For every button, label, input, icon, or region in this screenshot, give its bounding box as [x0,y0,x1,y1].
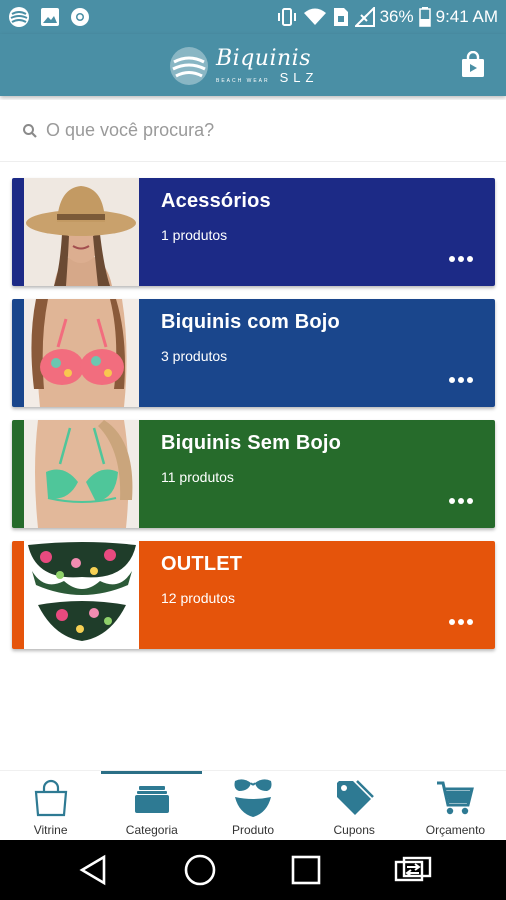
nav-label: Produto [231,823,275,837]
logo-mark-icon [170,47,208,85]
card-stripe [12,178,24,286]
card-body: Biquinis com Bojo 3 produtos [139,299,495,407]
category-title: Biquinis Sem Bojo [161,432,342,454]
category-image-green-bikini-top [24,420,139,528]
home-icon [184,854,216,886]
home-button[interactable] [176,846,224,894]
category-count: 1 produtos [161,227,228,243]
switch-app-button[interactable] [389,846,437,894]
logo-title: Biquinis [216,45,311,71]
back-icon [79,854,106,886]
more-options-icon[interactable] [449,256,473,262]
card-stripe [12,541,24,649]
recents-button[interactable] [282,846,330,894]
category-image-hat-woman [24,178,139,286]
category-count: 12 produtos [161,590,235,606]
bottom-nav: Vitrine Categoria Produto Cupons Orçamen… [0,770,506,840]
cart-icon [434,777,476,819]
logo-subtitle: SLZ [279,69,319,85]
brand-logo[interactable]: Biquinis BEACH WEAR SLZ [168,42,338,90]
app-icon [8,6,30,28]
system-nav-bar [0,840,506,900]
recents-icon [291,855,321,885]
bikini-icon [231,777,275,819]
category-title: Acessórios [161,190,271,212]
category-card-acessorios[interactable]: Acessórios 1 produtos [12,178,495,286]
category-count: 3 produtos [161,348,228,364]
search-input[interactable] [46,120,446,141]
category-title: OUTLET [161,553,243,575]
search-bar [0,100,506,162]
nav-item-vitrine[interactable]: Vitrine [0,771,101,840]
app-root: 36% 9:41 AM Biquinis BEACH WEAR SLZ O qu… [0,0,506,900]
category-count: 11 produtos [161,469,234,485]
nav-label: Vitrine [33,823,68,837]
clock: 9:41 AM [435,7,498,26]
category-list: Acessórios 1 produtos Biquinis com Bojo … [12,178,495,662]
back-button[interactable] [69,846,117,894]
nav-item-cupons[interactable]: Cupons [304,771,405,840]
category-card-biquinis-sem-bojo[interactable]: Biquinis Sem Bojo 11 produtos [12,420,495,528]
shopping-bag-icon [462,51,484,77]
category-card-outlet[interactable]: OUTLET 12 produtos [12,541,495,649]
more-options-icon[interactable] [449,619,473,625]
shopping-bag-icon [31,777,71,819]
nav-item-produto[interactable]: Produto [202,771,303,840]
nav-item-categoria[interactable]: Categoria [101,771,203,840]
image-icon [40,7,60,27]
card-body: Biquinis Sem Bojo 11 produtos [139,420,495,528]
search-icon [23,123,37,138]
category-image-floral-bikini-set [24,541,139,649]
tags-icon [333,777,375,819]
category-title: Biquinis com Bojo [161,311,340,333]
chrome-icon [70,7,90,27]
sim-icon [332,7,350,27]
nav-item-orcamento[interactable]: Orçamento [405,771,506,840]
card-body: OUTLET 12 produtos [139,541,495,649]
cart-button[interactable] [458,50,488,80]
more-options-icon[interactable] [449,377,473,383]
category-image-floral-bikini-top [24,299,139,407]
card-stripe [12,299,24,407]
nav-label: Cupons [333,823,375,837]
battery-percent: 36% [379,7,414,26]
status-bar: 36% 9:41 AM [0,0,506,34]
switch-app-icon [394,856,431,882]
nav-label: Orçamento [425,823,486,837]
vibrate-icon [276,7,298,27]
folders-icon [132,777,172,819]
app-header: Biquinis BEACH WEAR SLZ [0,34,506,96]
wifi-icon [303,7,327,27]
card-body: Acessórios 1 produtos [139,178,495,286]
more-options-icon[interactable] [449,498,473,504]
nav-label: Categoria [125,823,178,837]
signal-icon [354,7,375,27]
logo-tagline: BEACH WEAR [216,77,270,84]
card-stripe [12,420,24,528]
category-card-biquinis-com-bojo[interactable]: Biquinis com Bojo 3 produtos [12,299,495,407]
battery-icon [418,7,431,27]
